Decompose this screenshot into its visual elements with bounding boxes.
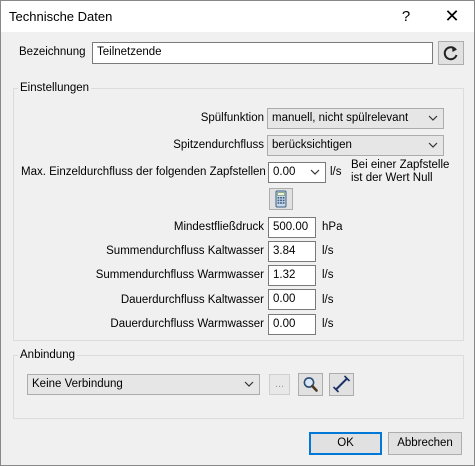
- mindestfliessdruck-input[interactable]: 500.00: [268, 217, 316, 238]
- ok-button[interactable]: OK: [309, 432, 382, 455]
- chevron-down-icon: [244, 381, 254, 387]
- chevron-down-icon: [428, 142, 438, 148]
- bezeichnung-input[interactable]: Teilnetzende: [92, 42, 433, 64]
- ellipsis-button[interactable]: ...: [269, 374, 290, 395]
- refresh-icon: [443, 46, 458, 61]
- anbindung-select[interactable]: Keine Verbindung: [27, 374, 260, 395]
- spitzendurchfluss-label: Spitzendurchfluss: [173, 139, 264, 151]
- magnifier-icon: [303, 377, 318, 392]
- dauerdurchfluss-kaltwasser-input[interactable]: 0.00: [268, 289, 316, 310]
- technical-data-dialog: Technische Daten ? ✕ Bezeichnung Teilnet…: [0, 0, 475, 466]
- anbindung-title: Anbindung: [18, 349, 77, 361]
- max-einzeldurchfluss-unit: l/s: [330, 166, 342, 178]
- mindestfliessdruck-label: Mindestfließdruck: [173, 221, 264, 233]
- help-button[interactable]: ?: [383, 1, 429, 32]
- spitzendurchfluss-value: berücksichtigen: [272, 139, 352, 151]
- bezeichnung-label: Bezeichnung: [19, 46, 86, 58]
- summendurchfluss-warmwasser-unit: l/s: [322, 269, 334, 281]
- mindestfliessdruck-unit: hPa: [322, 221, 343, 233]
- max-einzeldurchfluss-select[interactable]: 0.00: [268, 162, 326, 183]
- window-title: Technische Daten: [9, 9, 113, 24]
- measure-icon: [332, 375, 351, 393]
- calculator-icon: [275, 190, 287, 208]
- spitzendurchfluss-select[interactable]: berücksichtigen: [267, 135, 444, 156]
- chevron-down-icon: [310, 169, 320, 175]
- max-einzeldurchfluss-value: 0.00: [273, 166, 296, 178]
- summendurchfluss-warmwasser-input[interactable]: 1.32: [268, 265, 316, 286]
- refresh-button[interactable]: [438, 41, 464, 65]
- max-einzeldurchfluss-label: Max. Einzeldurchfluss der folgenden Zapf…: [21, 166, 266, 178]
- measure-button[interactable]: [329, 373, 354, 396]
- spuelfunktion-select[interactable]: manuell, nicht spülrelevant: [267, 108, 444, 129]
- spuelfunktion-label: Spülfunktion: [200, 112, 264, 124]
- dauerdurchfluss-warmwasser-input[interactable]: 0.00: [268, 314, 316, 335]
- max-note-line-2: ist der Wert Null: [351, 172, 433, 184]
- dauerdurchfluss-kaltwasser-label: Dauerdurchfluss Kaltwasser: [120, 294, 264, 306]
- calculator-button[interactable]: [269, 188, 293, 210]
- search-button[interactable]: [298, 373, 323, 396]
- dauerdurchfluss-kaltwasser-unit: l/s: [322, 294, 334, 306]
- summendurchfluss-kaltwasser-label: Summendurchfluss Kaltwasser: [106, 245, 264, 257]
- spuelfunktion-value: manuell, nicht spülrelevant: [272, 112, 409, 124]
- einstellungen-title: Einstellungen: [18, 82, 92, 94]
- summendurchfluss-warmwasser-label: Summendurchfluss Warmwasser: [95, 269, 264, 281]
- dauerdurchfluss-warmwasser-unit: l/s: [322, 318, 334, 330]
- chevron-down-icon: [428, 115, 438, 121]
- title-bar: Technische Daten ? ✕: [1, 1, 474, 32]
- close-button[interactable]: ✕: [429, 1, 475, 32]
- anbindung-value: Keine Verbindung: [32, 378, 123, 390]
- dauerdurchfluss-warmwasser-label: Dauerdurchfluss Warmwasser: [110, 318, 264, 330]
- max-note-line-1: Bei einer Zapfstelle: [351, 159, 450, 171]
- cancel-button[interactable]: Abbrechen: [388, 432, 462, 455]
- summendurchfluss-kaltwasser-unit: l/s: [322, 245, 334, 257]
- summendurchfluss-kaltwasser-input[interactable]: 3.84: [268, 241, 316, 262]
